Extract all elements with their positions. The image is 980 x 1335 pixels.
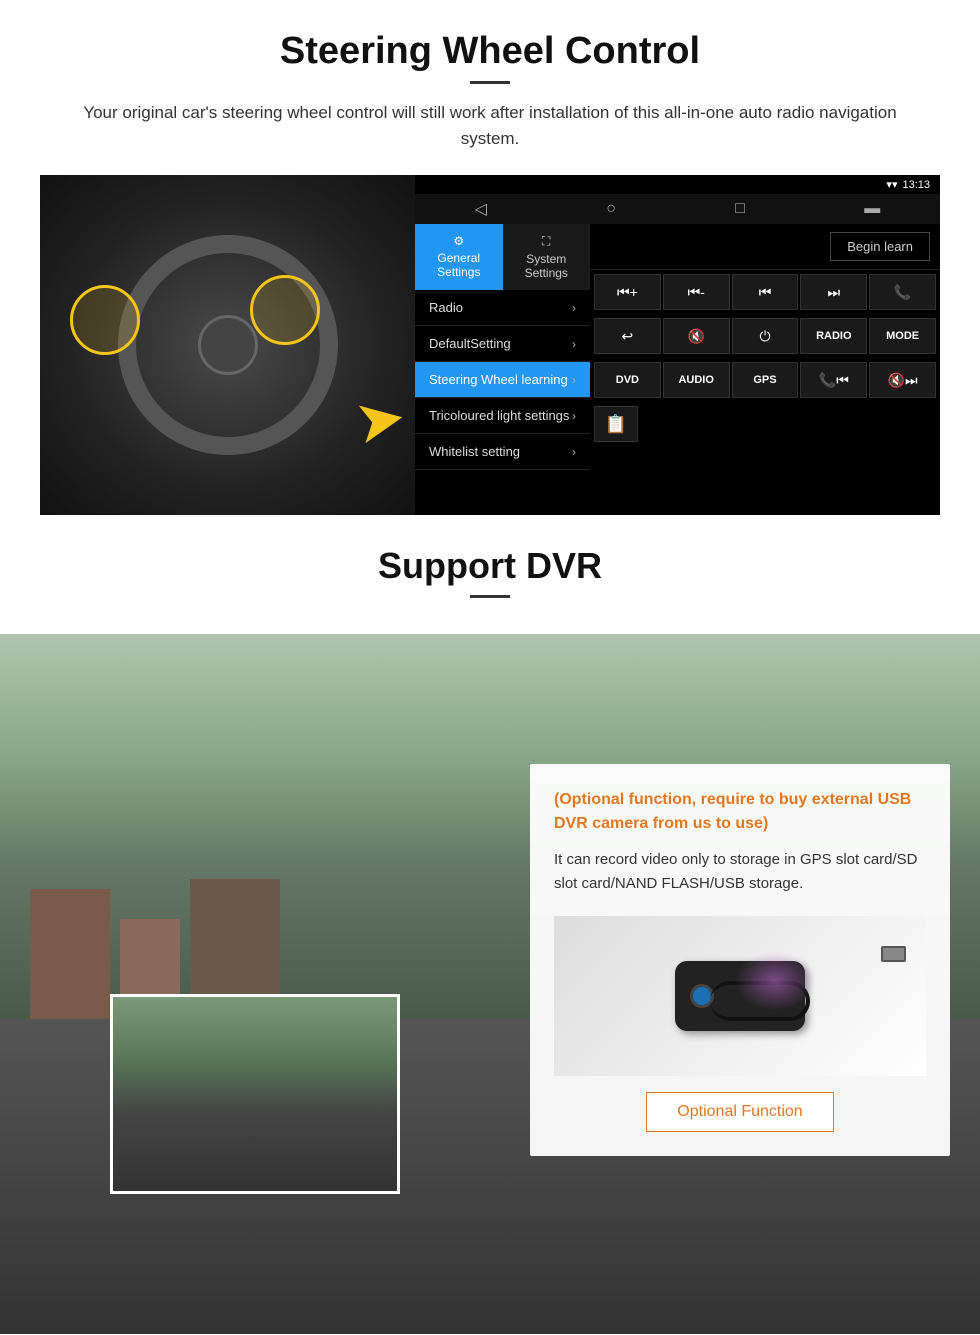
vol-up-button[interactable]: ⏮+ [594, 274, 661, 310]
menu-icon[interactable]: ▬ [864, 200, 880, 218]
dvr-background-area: (Optional function, require to buy exter… [0, 634, 980, 1334]
dvr-title-divider [470, 595, 510, 598]
next-track-button[interactable]: ⏭ [800, 274, 867, 310]
dvr-optional-note: (Optional function, require to buy exter… [554, 788, 926, 836]
menu-item-whitelist[interactable]: Whitelist setting › [415, 434, 590, 470]
dvr-camera-thumbnail [110, 994, 400, 1194]
call-button[interactable]: 📞 [869, 274, 936, 310]
begin-learn-button[interactable]: Begin learn [830, 232, 930, 261]
android-panel: ▾▾ 13:13 ◁ ○ □ ▬ ⚙ General Settings [415, 175, 940, 515]
camera-assembly [675, 961, 805, 1031]
tab-general-label: General Settings [425, 251, 493, 279]
menu-item-defaultsetting[interactable]: DefaultSetting › [415, 326, 590, 362]
menu-item-steering-wheel[interactable]: Steering Wheel learning › [415, 362, 590, 398]
steering-subtitle: Your original car's steering wheel contr… [80, 100, 900, 151]
call-prev-button[interactable]: 📞⏮ [800, 362, 867, 398]
audio-button[interactable]: AUDIO [663, 362, 730, 398]
settings-menu: ⚙ General Settings ⛶ System Settings Rad… [415, 224, 590, 515]
begin-learn-row: Begin learn [590, 224, 940, 270]
vol-down-button[interactable]: ⏮- [663, 274, 730, 310]
control-buttons-row1: ⏮+ ⏮- ⏮ ⏭ 📞 [590, 270, 940, 314]
time-display: 13:13 [902, 179, 930, 191]
dvr-section: Support DVR (Optional function, require … [0, 515, 980, 1334]
steering-title: Steering Wheel Control [40, 30, 940, 73]
steering-wheel-bg: ➤ [40, 175, 415, 515]
mode-button[interactable]: MODE [869, 318, 936, 354]
control-buttons-row3: DVD AUDIO GPS 📞⏮ 🔇⏭ [590, 358, 940, 402]
control-buttons-row2: ↩ 🔇 ⏻ RADIO MODE [590, 314, 940, 358]
building-1 [30, 889, 110, 1019]
usb-connector [881, 946, 906, 962]
dvr-scene: (Optional function, require to buy exter… [0, 634, 980, 1334]
menu-item-radio[interactable]: Radio › [415, 290, 590, 326]
chevron-icon: › [572, 409, 576, 423]
hang-up-button[interactable]: ↩ [594, 318, 661, 354]
optional-function-button[interactable]: Optional Function [646, 1092, 833, 1132]
highlight-circle-right [250, 275, 320, 345]
steering-content-area: ➤ ▾▾ 13:13 ◁ ○ □ ▬ [40, 175, 940, 515]
mute-next-button[interactable]: 🔇⏭ [869, 362, 936, 398]
usb-plug-body [881, 946, 906, 962]
steering-section: Steering Wheel Control Your original car… [0, 0, 980, 515]
home-icon[interactable]: ○ [606, 200, 616, 218]
chevron-icon: › [572, 373, 576, 387]
dvr-info-card: (Optional function, require to buy exter… [530, 764, 950, 1156]
panel-right-content: Begin learn ⏮+ ⏮- ⏮ ⏭ 📞 ↩ 🔇 ⏻ [590, 224, 940, 515]
dvr-title: Support DVR [40, 545, 940, 587]
chevron-icon: › [572, 301, 576, 315]
system-icon: ⛶ [542, 234, 550, 249]
settings-tabs: ⚙ General Settings ⛶ System Settings [415, 224, 590, 290]
dvr-title-area: Support DVR [0, 515, 980, 634]
power-button[interactable]: ⏻ [732, 318, 799, 354]
mute-button[interactable]: 🔇 [663, 318, 730, 354]
steering-wheel-center [198, 315, 258, 375]
purple-light [735, 951, 815, 1011]
back-icon[interactable]: ◁ [475, 199, 487, 219]
recents-icon[interactable]: □ [735, 200, 745, 218]
android-statusbar: ▾▾ 13:13 [415, 175, 940, 194]
menu-item-tricoloured[interactable]: Tricoloured light settings › [415, 398, 590, 434]
signal-icon: ▾▾ [886, 178, 897, 191]
dvr-camera-image [554, 916, 926, 1076]
prev-track-button[interactable]: ⏮ [732, 274, 799, 310]
highlight-circle-left [70, 285, 140, 355]
tab-general-settings[interactable]: ⚙ General Settings [415, 224, 503, 290]
gps-button[interactable]: GPS [732, 362, 799, 398]
dvd-button[interactable]: DVD [594, 362, 661, 398]
radio-button[interactable]: RADIO [800, 318, 867, 354]
title-divider [470, 81, 510, 84]
extra-button[interactable]: 📋 [594, 406, 638, 442]
gear-icon: ⚙ [453, 234, 464, 248]
tab-system-settings[interactable]: ⛶ System Settings [503, 224, 591, 290]
dvr-description: It can record video only to storage in G… [554, 848, 926, 896]
chevron-icon: › [572, 445, 576, 459]
steering-wheel-ring [118, 235, 338, 455]
thumbnail-scene [113, 997, 397, 1191]
tab-system-label: System Settings [513, 252, 581, 280]
arrow-pointer: ➤ [349, 381, 411, 459]
android-navbar: ◁ ○ □ ▬ [415, 194, 940, 224]
panel-right-top: ⚙ General Settings ⛶ System Settings Rad… [415, 224, 940, 515]
steering-wheel-image: ➤ [40, 175, 415, 515]
chevron-icon: › [572, 337, 576, 351]
extra-buttons-row: 📋 [590, 402, 940, 446]
